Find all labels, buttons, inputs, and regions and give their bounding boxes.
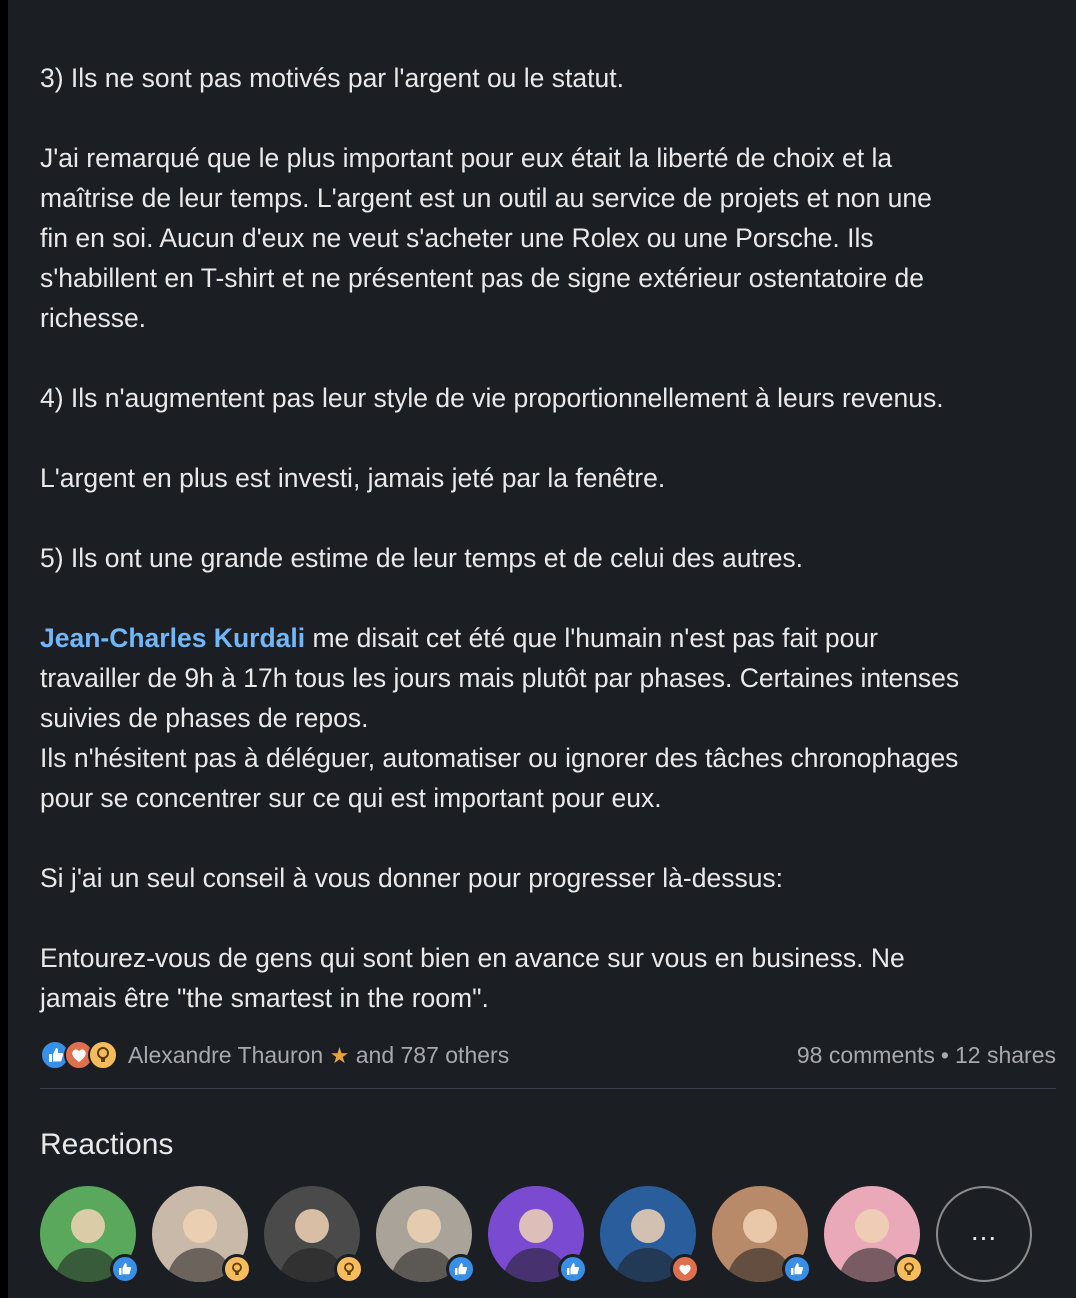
star-icon: ★	[329, 1043, 350, 1068]
post-text: 3) Ils ne sont pas motivés par l'argent …	[40, 58, 1060, 1018]
post-text-line: jamais être "the smartest in the room".	[40, 983, 489, 1013]
reactions-heading: Reactions	[40, 1128, 174, 1161]
post-text-line: richesse.	[40, 303, 147, 333]
post-paragraph: Si j'ai un seul conseil à vous donner po…	[40, 858, 1060, 898]
post-paragraph: Entourez-vous de gens qui sont bien en a…	[40, 938, 1060, 1018]
post-text-line: fin en soi. Aucun d'eux ne veut s'achete…	[40, 223, 874, 253]
post-paragraph: 5) Ils ont une grande estime de leur tem…	[40, 538, 1060, 578]
like-icon	[558, 1254, 588, 1284]
post-text-line: 4) Ils n'augmentent pas leur style de vi…	[40, 383, 944, 413]
reactors-summary[interactable]: Alexandre Thauron ★ and 787 others	[128, 1042, 509, 1069]
insightful-icon	[222, 1254, 252, 1284]
separator-dot: •	[940, 1042, 949, 1068]
others-count[interactable]: and 787 others	[356, 1042, 509, 1068]
post-paragraph: J'ai remarqué que le plus important pour…	[40, 138, 1060, 338]
more-reactions-button[interactable]: ...	[936, 1186, 1032, 1282]
post-text-line: L'argent en plus est investi, jamais jet…	[40, 463, 666, 493]
reactor-avatar[interactable]	[152, 1186, 252, 1284]
post-text-line: Jean-Charles Kurdali me disait cet été q…	[40, 618, 1060, 658]
shares-count[interactable]: 12 shares	[955, 1042, 1056, 1068]
comments-count[interactable]: 98 comments	[797, 1042, 935, 1068]
reactor-avatar[interactable]	[376, 1186, 476, 1284]
post-text-line: maîtrise de leur temps. L'argent est un …	[40, 183, 932, 213]
insightful-icon	[894, 1254, 924, 1284]
love-icon	[670, 1254, 700, 1284]
post-text-line: travailler de 9h à 17h tous les jours ma…	[40, 663, 960, 693]
reactor-avatar[interactable]	[824, 1186, 924, 1284]
social-counts-bar: Alexandre Thauron ★ and 787 others 98 co…	[40, 1034, 1056, 1074]
post-paragraph: 4) Ils n'augmentent pas leur style de vi…	[40, 378, 1060, 418]
post-text-line: 3) Ils ne sont pas motivés par l'argent …	[40, 63, 624, 93]
post-text-line: Si j'ai un seul conseil à vous donner po…	[40, 863, 784, 893]
post-text-line: J'ai remarqué que le plus important pour…	[40, 143, 893, 173]
post-paragraph-mention: Jean-Charles Kurdali me disait cet été q…	[40, 618, 1060, 818]
engagement-counts: 98 comments • 12 shares	[797, 1042, 1056, 1069]
post-text-line: Ils n'hésitent pas à déléguer, automatis…	[40, 743, 959, 773]
reactor-avatar[interactable]	[712, 1186, 812, 1284]
post-text-line: 5) Ils ont une grande estime de leur tem…	[40, 543, 804, 573]
post-card: 3) Ils ne sont pas motivés par l'argent …	[8, 0, 1076, 1298]
mention-link[interactable]: Jean-Charles Kurdali	[40, 623, 305, 653]
post-text-line: pour se concentrer sur ce qui est import…	[40, 783, 662, 813]
divider	[40, 1088, 1056, 1089]
reactor-name[interactable]: Alexandre Thauron	[128, 1042, 323, 1068]
insightful-icon	[88, 1040, 118, 1070]
post-text-line: s'habillent en T-shirt et ne présentent …	[40, 263, 925, 293]
mention-line-rest: me disait cet été que l'humain n'est pas…	[305, 623, 878, 653]
like-icon	[110, 1254, 140, 1284]
post-paragraph: L'argent en plus est investi, jamais jet…	[40, 458, 1060, 498]
reaction-icons-stack[interactable]	[40, 1040, 124, 1070]
reactor-avatar[interactable]	[264, 1186, 364, 1284]
post-text-line: Entourez-vous de gens qui sont bien en a…	[40, 943, 905, 973]
insightful-icon	[334, 1254, 364, 1284]
reactor-avatar[interactable]	[600, 1186, 700, 1284]
post-text-line: suivies de phases de repos.	[40, 703, 369, 733]
post-paragraph: 3) Ils ne sont pas motivés par l'argent …	[40, 58, 1060, 98]
reactor-avatar[interactable]	[488, 1186, 588, 1284]
reactor-avatar[interactable]	[40, 1186, 140, 1284]
like-icon	[782, 1254, 812, 1284]
reactions-avatar-list: ...	[40, 1186, 1060, 1286]
like-icon	[446, 1254, 476, 1284]
